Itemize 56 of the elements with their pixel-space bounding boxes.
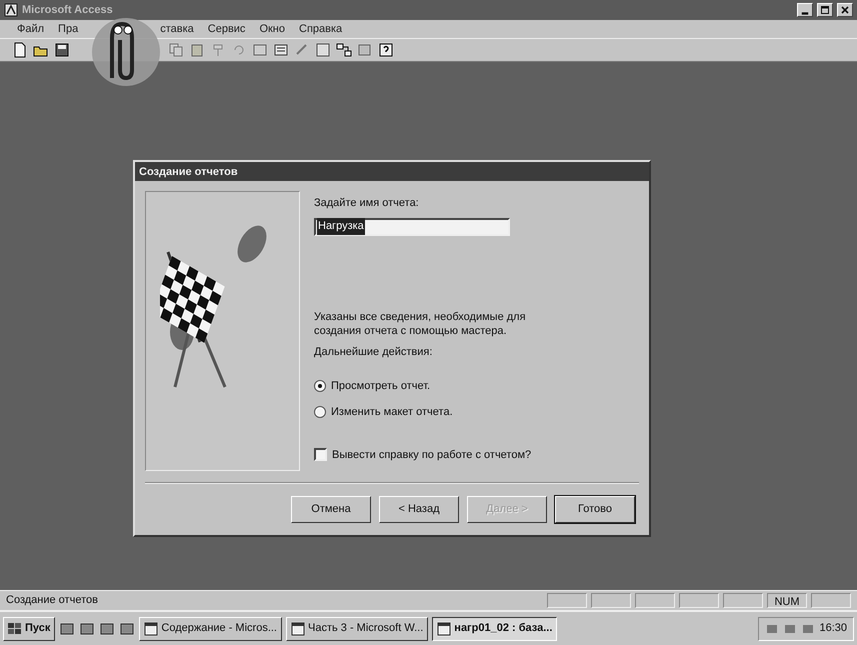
status-panel [547,593,587,608]
app-icon [4,3,18,17]
channel-icon[interactable] [119,620,136,636]
radio-label: Просмотреть отчет. [331,379,430,394]
properties-icon[interactable] [273,42,289,58]
windows-logo-icon [8,622,22,634]
minimize-icon [801,12,809,14]
copy-icon[interactable] [168,42,184,58]
name-label: Задайте имя отчета: [314,196,420,211]
menu-item[interactable]: Пра [55,20,82,38]
radio-label: Изменить макет отчета. [331,404,453,420]
window-icon [144,622,158,636]
menu-item[interactable]: ставка [157,20,197,38]
checkbox[interactable] [314,448,327,462]
taskbar-button[interactable]: Часть 3 - Microsoft W... [286,616,428,640]
mail-icon[interactable] [99,620,116,636]
dialog-button[interactable]: Готово [555,496,635,523]
taskbar-button[interactable]: Содержание - Micros... [139,616,282,640]
close-icon [840,5,850,15]
report-name-field[interactable]: Нагрузка [314,218,510,236]
desktop-icon[interactable] [59,620,76,636]
status-panel [723,593,763,608]
checkbox-label: Вывести справку по работе с отчетом? [332,448,532,462]
paste-icon[interactable] [189,42,205,58]
menu-item[interactable]: Справка [296,20,346,38]
dialog-button[interactable]: Отмена [291,496,371,523]
radio-button[interactable] [314,406,326,418]
minimize-button[interactable] [797,3,813,17]
window-icon [437,622,452,636]
close-button[interactable] [837,3,853,17]
new-document-icon[interactable] [12,42,28,58]
next-actions-label: Дальнейшие действия: [314,344,434,360]
help-icon[interactable] [378,42,394,58]
num-lock-indicator: NUM [767,593,807,608]
dialog-button[interactable]: < Назад [379,496,459,523]
clock: 16:30 [819,621,847,636]
maximize-icon [820,5,830,15]
maximize-button[interactable] [817,3,833,17]
status-panel [591,593,631,608]
dialog-title: Создание отчетов [135,162,649,181]
browser-icon[interactable] [79,620,96,636]
status-panel [635,593,675,608]
save-icon[interactable] [54,42,70,58]
menu-item[interactable]: Сервис [204,20,248,38]
window-title: Microsoft Access [22,2,113,18]
radio-button[interactable] [314,380,326,392]
status-panel [679,593,719,608]
status-text: Создание отчетов [6,593,99,608]
taskbar-button[interactable]: нагр01_02 : база... [432,616,558,640]
start-button[interactable]: Пуск [3,616,56,640]
window-icon [291,622,305,636]
menu-item[interactable]: Файл [14,20,48,38]
relationships-icon[interactable] [336,42,352,58]
info-text: Указаны все сведения, необходимые для создания отчета с помощью мастера. [314,310,527,338]
menu-item[interactable]: Окно [256,20,288,38]
status-panel [811,593,851,608]
